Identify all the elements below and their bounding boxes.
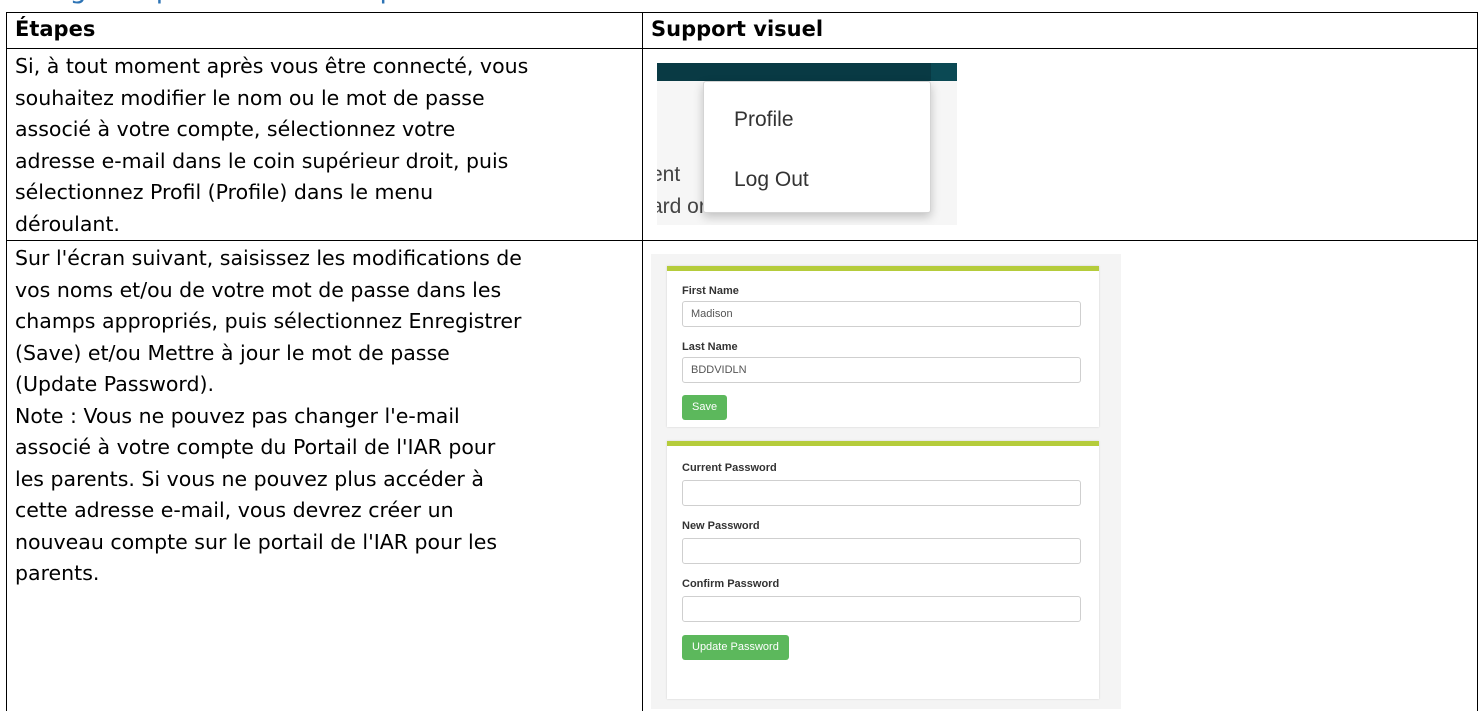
text-line: champs appropriés, puis sélectionnez Enr… — [15, 309, 522, 333]
text-line: (Save) et/ou Mettre à jour le mot de pas… — [15, 340, 450, 365]
text-line: associé à votre compte du Portail de l'I… — [15, 435, 496, 459]
table-row: Sur l'écran suivant, saisissez les modif… — [6, 240, 1478, 711]
password-panel: Current Password New Password Confirm Pa… — [667, 441, 1099, 699]
first-name-label: First Name — [682, 285, 739, 297]
app-topbar — [657, 63, 957, 81]
step-1-text: Si, à tout moment après vous être connec… — [7, 49, 642, 240]
step-1-visual-cell: ent ard or media. Profile Log Out — [642, 48, 1478, 241]
account-dropdown-menu: Profile Log Out — [703, 81, 931, 213]
text-line: adresse e-mail dans le coin supérieur dr… — [15, 148, 509, 173]
first-name-input[interactable]: Madison — [682, 301, 1081, 327]
topbar-email-area — [931, 63, 957, 81]
new-password-input[interactable] — [682, 538, 1081, 564]
last-name-label: Last Name — [682, 341, 738, 353]
current-password-input[interactable] — [682, 480, 1081, 506]
text-line: Note : Vous ne pouvez pas changer l'e-ma… — [15, 403, 460, 428]
step-1-text-cell: Si, à tout moment après vous être connec… — [6, 48, 643, 241]
text-line: (Update Password). — [15, 372, 215, 396]
text-line: vos noms et/ou de votre mot de passe dan… — [15, 277, 502, 302]
text-line: Sur l'écran suivant, saisissez les modif… — [15, 246, 522, 270]
text-line: déroulant. — [15, 211, 120, 236]
text-line: parents. — [15, 561, 100, 585]
current-password-label: Current Password — [682, 462, 777, 474]
last-name-input[interactable]: BDDVIDLN — [682, 357, 1081, 383]
text-line: cette adresse e-mail, vous devrez créer … — [15, 498, 454, 522]
text-line: souhaitez modifier le nom ou le mot de p… — [15, 85, 485, 110]
profile-form-screenshot: First Name Madison Last Name BDDVIDLN Sa… — [651, 254, 1121, 709]
steps-table: Étapes Support visuel Si, à tout moment … — [6, 12, 1478, 711]
table-header-row: Étapes Support visuel — [6, 12, 1478, 49]
menu-item-profile[interactable]: Profile — [734, 108, 794, 132]
step-2-visual-cell: First Name Madison Last Name BDDVIDLN Sa… — [642, 240, 1478, 711]
header-visual-support: Support visuel — [642, 12, 1478, 49]
confirm-password-input[interactable] — [682, 596, 1081, 622]
update-password-button[interactable]: Update Password — [682, 635, 789, 660]
new-password-label: New Password — [682, 520, 760, 532]
dropdown-screenshot: ent ard or media. Profile Log Out — [657, 63, 957, 225]
text-line: sélectionnez Profil (Profile) dans le me… — [15, 180, 434, 204]
text-line: associé à votre compte, sélectionnez vot… — [15, 117, 456, 141]
text-line: Si, à tout moment après vous être connec… — [15, 54, 529, 78]
menu-item-log-out[interactable]: Log Out — [734, 168, 809, 192]
step-2-text-cell: Sur l'écran suivant, saisissez les modif… — [6, 240, 643, 711]
name-panel: First Name Madison Last Name BDDVIDLN Sa… — [667, 266, 1099, 427]
step-2-text: Sur l'écran suivant, saisissez les modif… — [7, 241, 642, 590]
confirm-password-label: Confirm Password — [682, 578, 780, 590]
table-row: Si, à tout moment après vous être connec… — [6, 48, 1478, 241]
save-button[interactable]: Save — [682, 395, 728, 420]
text-line: les parents. Si vous ne pouvez plus accé… — [15, 466, 484, 491]
background-text: ent — [657, 163, 681, 186]
header-steps: Étapes — [6, 12, 643, 49]
text-line: nouveau compte sur le portail de l'IAR p… — [15, 529, 498, 554]
